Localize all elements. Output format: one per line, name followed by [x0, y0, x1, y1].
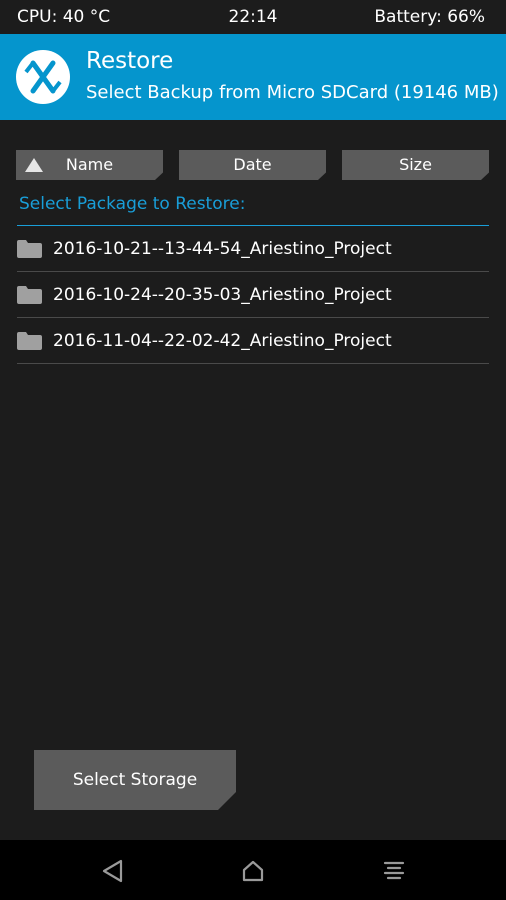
list-item-label: 2016-11-04--22-02-42_Ariestino_Project: [53, 331, 392, 351]
backup-list: 2016-10-21--13-44-54_Ariestino_Project 2…: [17, 226, 489, 364]
sort-by-date-button[interactable]: Date: [179, 150, 326, 180]
twrp-logo-icon: [16, 50, 70, 104]
sort-ascending-icon: [24, 157, 44, 173]
list-item[interactable]: 2016-10-24--20-35-03_Ariestino_Project: [17, 272, 489, 318]
navigation-bar: [0, 840, 506, 900]
page-title: Restore: [86, 48, 174, 74]
home-icon[interactable]: [240, 858, 266, 884]
sort-by-size-button[interactable]: Size: [342, 150, 489, 180]
folder-icon: [17, 286, 42, 304]
list-label: Select Package to Restore:: [19, 194, 246, 214]
list-item[interactable]: 2016-11-04--22-02-42_Ariestino_Project: [17, 318, 489, 364]
twrp-restore-screen: CPU: 40 °C 22:14 Battery: 66% Restore Se…: [0, 0, 506, 900]
sort-name-label: Name: [65, 155, 114, 174]
sort-by-name-button[interactable]: Name: [16, 150, 163, 180]
folder-icon: [17, 332, 42, 350]
sort-size-label: Size: [399, 155, 432, 174]
list-item-label: 2016-10-24--20-35-03_Ariestino_Project: [53, 285, 392, 305]
folder-icon: [17, 240, 42, 258]
page-header: Restore Select Backup from Micro SDCard …: [0, 34, 506, 120]
menu-icon[interactable]: [381, 858, 407, 884]
status-bar: CPU: 40 °C 22:14 Battery: 66%: [0, 0, 506, 34]
list-item-label: 2016-10-21--13-44-54_Ariestino_Project: [53, 239, 392, 259]
back-icon[interactable]: [100, 858, 126, 884]
battery-level: Battery: 66%: [374, 7, 485, 27]
page-subtitle: Select Backup from Micro SDCard (19146 M…: [86, 82, 499, 103]
select-storage-label: Select Storage: [72, 770, 198, 790]
select-storage-button[interactable]: Select Storage: [34, 750, 236, 810]
list-item[interactable]: 2016-10-21--13-44-54_Ariestino_Project: [17, 226, 489, 272]
sort-date-label: Date: [233, 155, 272, 174]
